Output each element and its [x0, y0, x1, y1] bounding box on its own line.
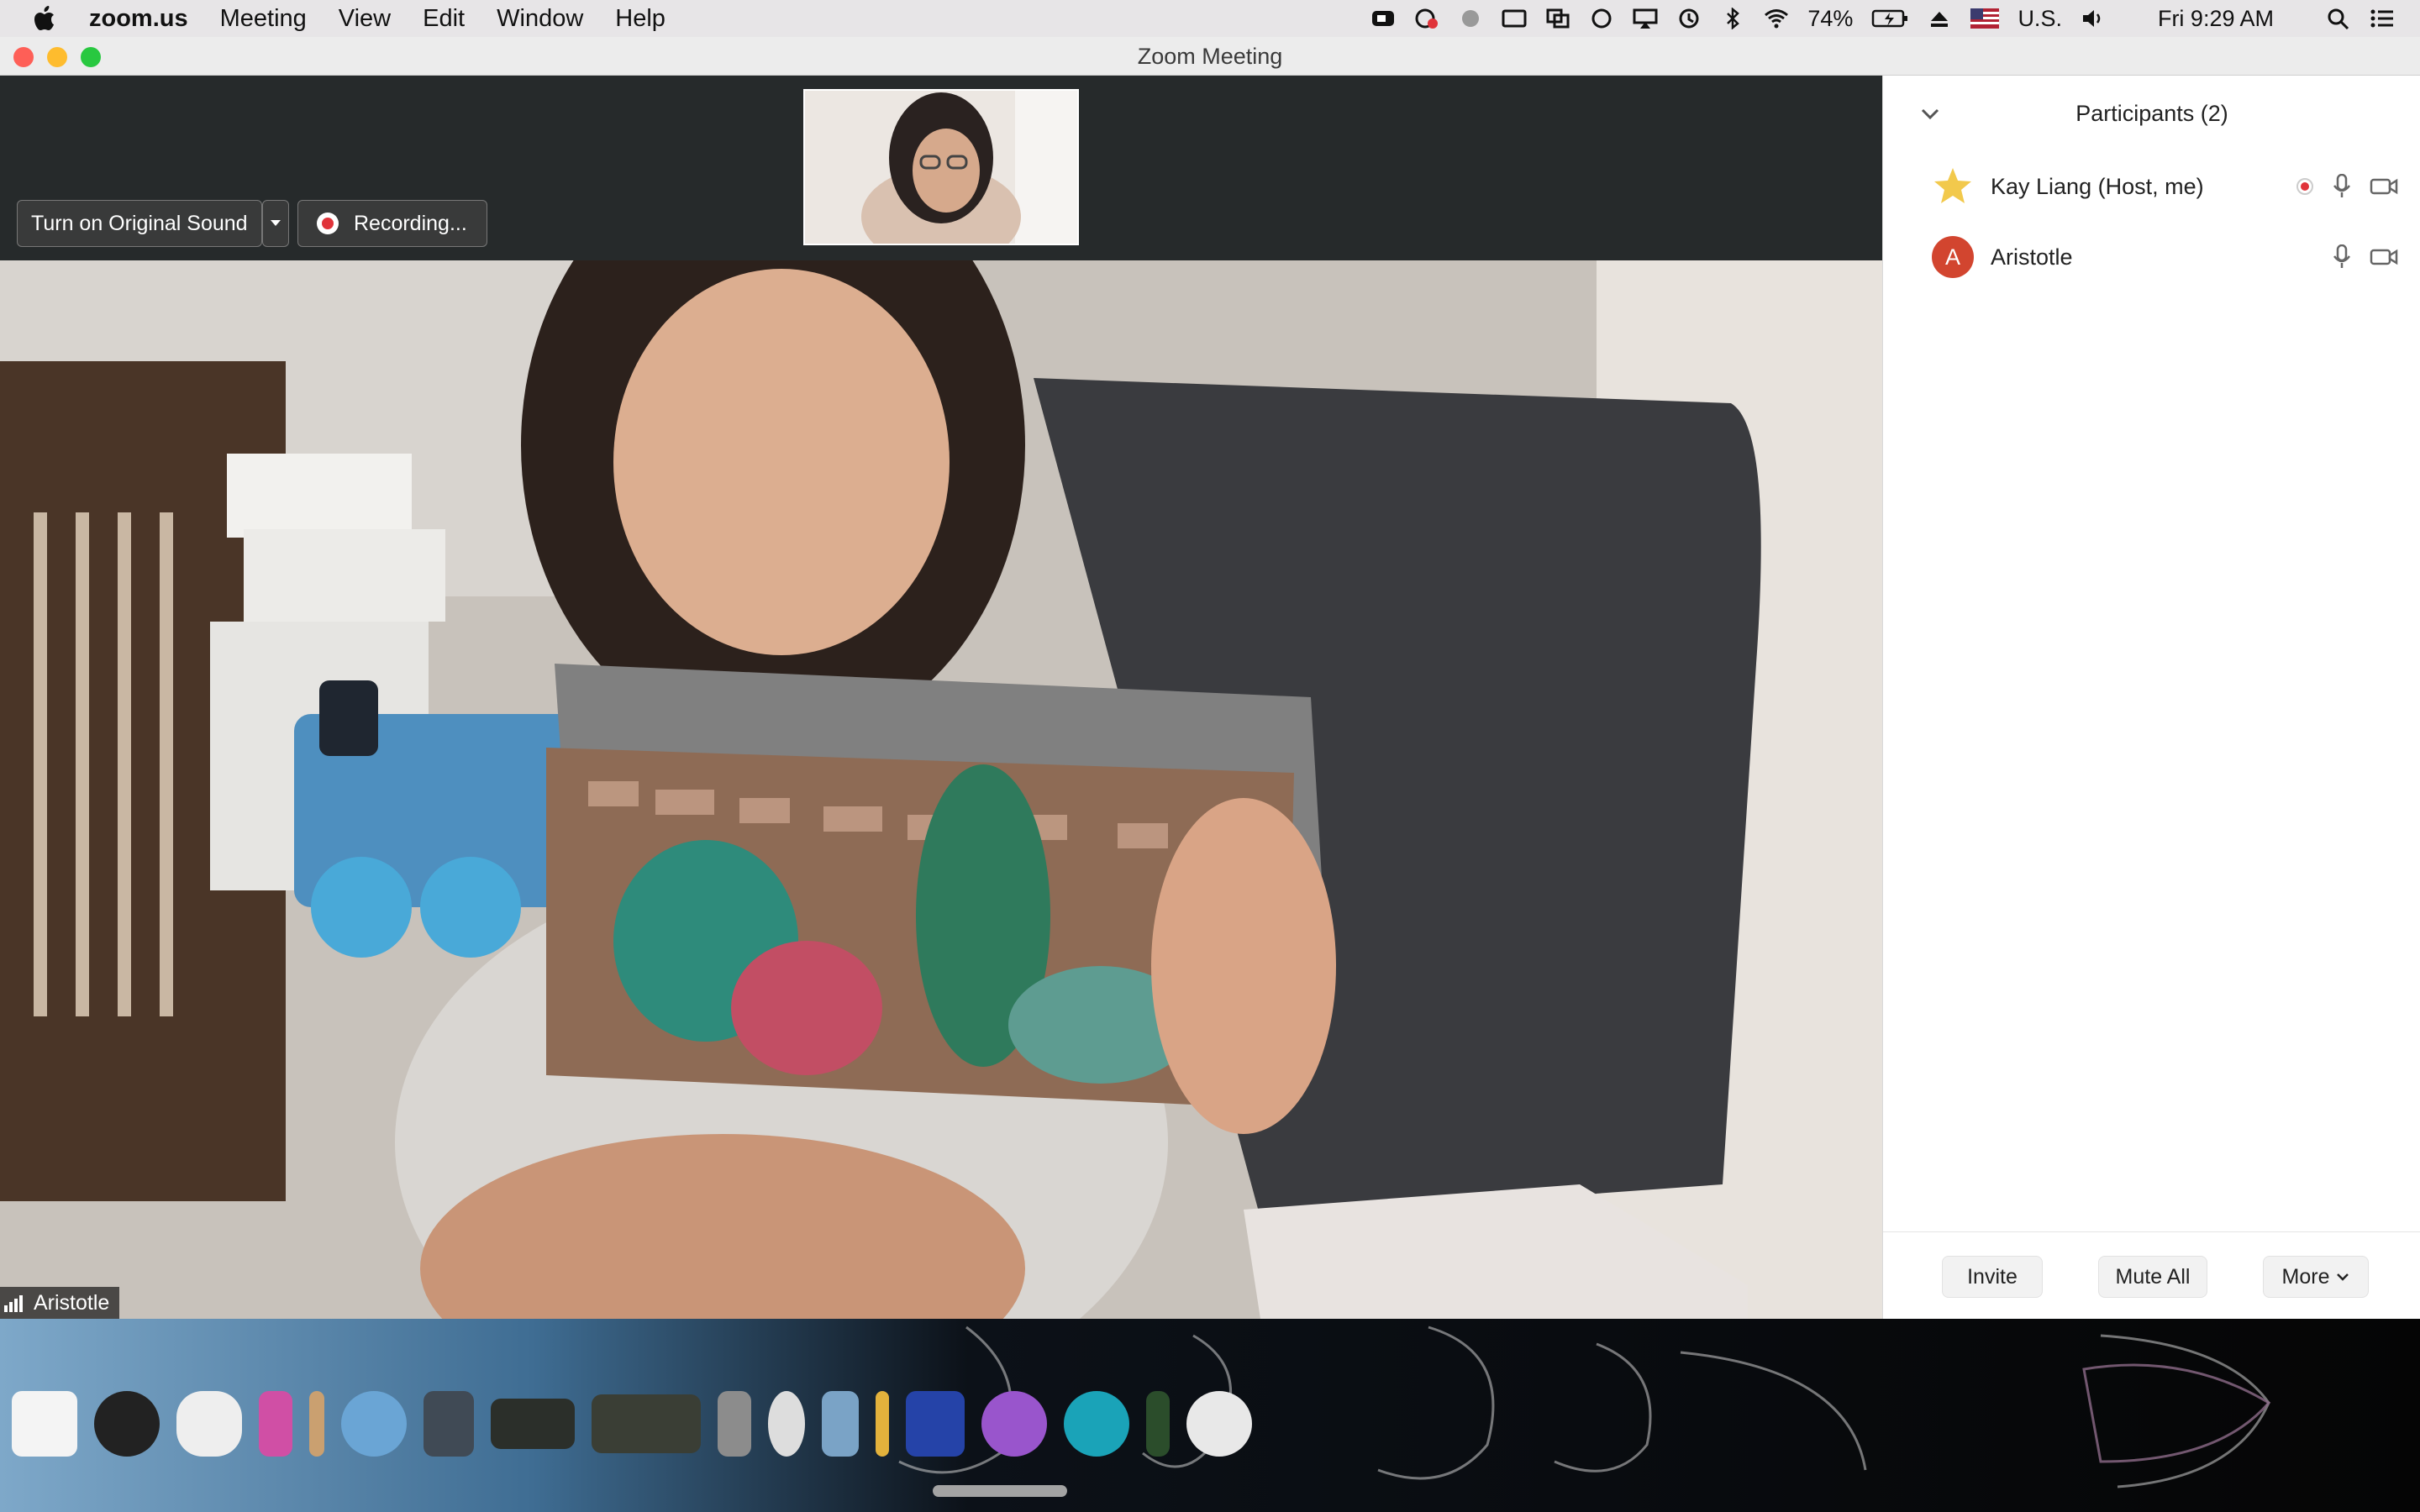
- window-switch-icon[interactable]: [1545, 8, 1570, 29]
- original-sound-dropdown-button[interactable]: [262, 200, 289, 247]
- dock-apps: [12, 1378, 1252, 1470]
- dock-scrollbar[interactable]: [933, 1485, 1067, 1497]
- menu-window[interactable]: Window: [497, 5, 583, 33]
- video-camera-icon[interactable]: [2370, 248, 2398, 266]
- original-sound-label: Turn on Original Sound: [31, 211, 248, 235]
- participant-row[interactable]: Kay Liang (Host, me): [1883, 151, 2420, 222]
- notification-center-icon[interactable]: [2370, 8, 2395, 29]
- menu-edit[interactable]: Edit: [423, 5, 465, 33]
- self-video-thumbnail[interactable]: [803, 89, 1079, 245]
- globe-app-icon[interactable]: [341, 1391, 407, 1457]
- creature-app-icon[interactable]: [981, 1391, 1047, 1457]
- participants-footer: Invite Mute All More: [1883, 1231, 2420, 1319]
- microphone-icon[interactable]: [2333, 244, 2351, 270]
- passport-app-icon[interactable]: [424, 1391, 474, 1457]
- input-source[interactable]: U.S.: [2018, 6, 2062, 32]
- paint-bucket-app-icon[interactable]: [822, 1391, 859, 1457]
- menu-view[interactable]: View: [339, 5, 391, 33]
- participants-panel: Participants (2) Kay Liang (Host, me) A …: [1882, 76, 2420, 1319]
- lightbulb-app-icon[interactable]: [176, 1391, 242, 1457]
- more-button[interactable]: More: [2263, 1256, 2369, 1298]
- speaker-name-tag: Aristotle: [0, 1287, 120, 1319]
- volume-icon[interactable]: [2081, 8, 2106, 29]
- invite-button[interactable]: Invite: [1942, 1256, 2043, 1298]
- signal-strength-icon: [4, 1295, 23, 1312]
- chalkboard-notes-app-icon[interactable]: [592, 1394, 701, 1453]
- invite-label: Invite: [1967, 1264, 2018, 1289]
- caret-down-icon: [271, 220, 281, 226]
- dock: [0, 1319, 2420, 1512]
- screen-icon[interactable]: [1502, 8, 1527, 29]
- recording-indicator[interactable]: Recording...: [297, 200, 487, 247]
- battery-icon[interactable]: [1871, 8, 1908, 29]
- magnifier-app-icon[interactable]: [768, 1391, 805, 1457]
- recording-status-icon: [2296, 178, 2313, 195]
- menu-meeting[interactable]: Meeting: [220, 5, 307, 33]
- pillar-app-icon[interactable]: [718, 1391, 751, 1457]
- dice-app-icon[interactable]: [12, 1391, 77, 1457]
- airplay-icon[interactable]: [1633, 8, 1658, 29]
- video-area: [0, 76, 1882, 1319]
- time-machine-icon[interactable]: [1676, 8, 1702, 29]
- participant-name: Kay Liang (Host, me): [1991, 173, 2204, 199]
- participant-name: Aristotle: [1991, 244, 2073, 270]
- avatar-letter: A: [1944, 244, 1960, 270]
- spotlight-search-icon[interactable]: [2326, 8, 2351, 29]
- bluetooth-icon[interactable]: [1720, 8, 1745, 29]
- participant-row[interactable]: A Aristotle: [1883, 222, 2420, 292]
- self-video-image: [805, 91, 1077, 244]
- wifi-icon[interactable]: [1764, 8, 1789, 29]
- status-tray: 74% U.S. Fri 9:29 AM: [1370, 0, 2395, 37]
- eject-icon[interactable]: [1927, 8, 1952, 29]
- portal-app-icon[interactable]: [1064, 1391, 1129, 1457]
- microphone-icon[interactable]: [2333, 174, 2351, 199]
- record-icon: [317, 213, 339, 234]
- clock[interactable]: Fri 9:29 AM: [2158, 6, 2274, 32]
- wheel-app-icon[interactable]: [94, 1391, 160, 1457]
- zoom-tray-icon[interactable]: [1370, 8, 1396, 29]
- video-camera-icon[interactable]: [2370, 177, 2398, 196]
- mute-all-label: Mute All: [2115, 1264, 2191, 1289]
- window-title: Zoom Meeting: [1137, 44, 1283, 69]
- speaker-video-image: [0, 260, 1882, 1319]
- main-video[interactable]: [0, 260, 1882, 1319]
- chevron-down-icon: [2337, 1273, 2349, 1281]
- mute-all-button[interactable]: Mute All: [2098, 1256, 2207, 1298]
- window-title-bar: Zoom Meeting: [0, 37, 2420, 76]
- star-avatar-icon: [1934, 168, 1971, 203]
- menu-help[interactable]: Help: [615, 5, 666, 33]
- paintbrush-app-icon[interactable]: [309, 1391, 324, 1457]
- pencil-app-icon[interactable]: [876, 1391, 889, 1457]
- app-menu[interactable]: zoom.us: [89, 5, 188, 33]
- creative-cloud-icon[interactable]: [1414, 8, 1439, 29]
- participants-header: Participants (2): [1883, 76, 2420, 151]
- lantern-app-icon[interactable]: [1146, 1391, 1170, 1457]
- battery-percent: 74%: [1807, 5, 1854, 31]
- spaceship-app-icon[interactable]: [1186, 1391, 1252, 1457]
- more-label: More: [2281, 1264, 2330, 1289]
- us-flag-icon[interactable]: [1970, 8, 2000, 29]
- speaker-name: Aristotle: [34, 1290, 110, 1315]
- participants-title: Participants (2): [2075, 101, 2228, 126]
- chalkboard-app-icon[interactable]: [491, 1399, 575, 1449]
- jar-app-icon[interactable]: [259, 1391, 292, 1457]
- blue-board-app-icon[interactable]: [906, 1391, 965, 1457]
- ball-icon[interactable]: [1458, 8, 1483, 29]
- original-sound-button[interactable]: Turn on Original Sound: [17, 200, 262, 247]
- sync-icon[interactable]: [1589, 8, 1614, 29]
- apple-icon[interactable]: [34, 6, 55, 31]
- avatar: A: [1932, 236, 1974, 278]
- menu-bar: zoom.us Meeting View Edit Window Help 74…: [0, 0, 2420, 37]
- recording-label: Recording...: [354, 211, 467, 235]
